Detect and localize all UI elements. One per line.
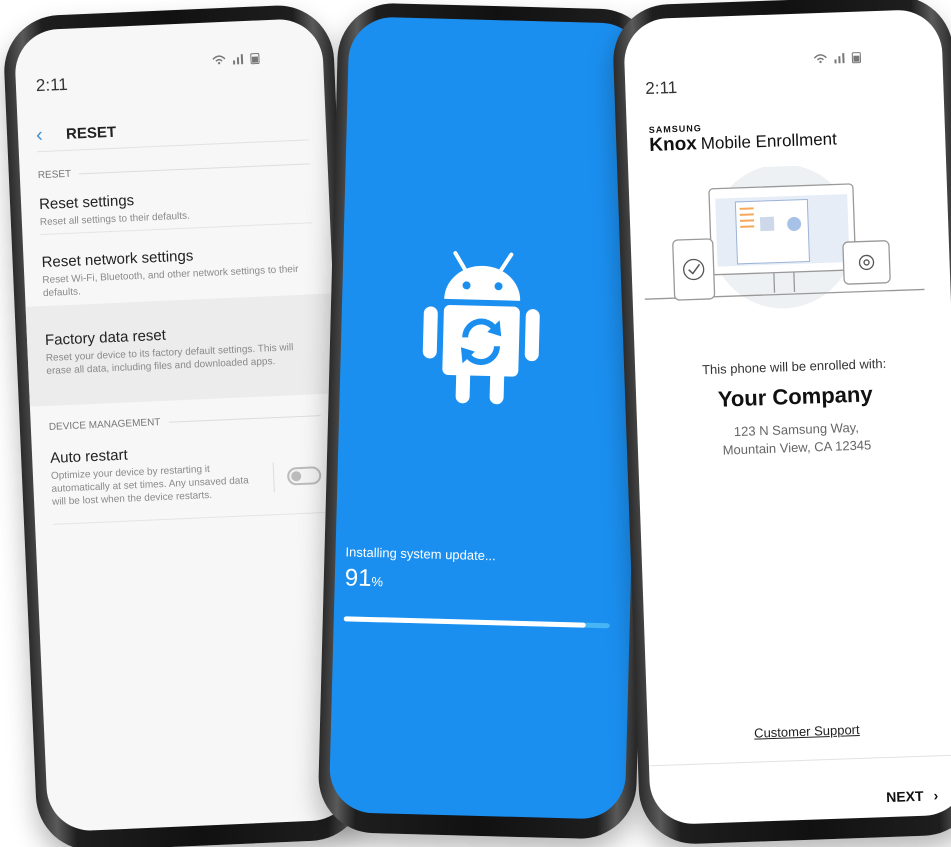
section-header-device-management: DEVICE MANAGEMENT (49, 410, 321, 433)
company-name: Your Company (717, 381, 873, 412)
divider (53, 511, 325, 525)
wifi-signal-battery-icon (212, 52, 260, 65)
item-description: Optimize your device by restarting it au… (50, 463, 249, 508)
next-button[interactable]: NEXT › (886, 787, 939, 805)
reset-screen: 2:11 ‹ RESET RESET Reset settings Reset … (13, 17, 357, 833)
app-title: Mobile Enrollment (700, 129, 838, 154)
phone-reset-settings: 2:11 ‹ RESET RESET Reset settings Reset … (1, 3, 369, 847)
phone-system-update: Installing system update... 91% (317, 1, 657, 841)
enroll-message: This phone will be enrolled with: (701, 355, 887, 378)
device-enrollment-illustration (644, 164, 925, 309)
knox-wordmark: Knox (648, 133, 698, 156)
status-time: 2:11 (35, 74, 69, 96)
status-time: 2:11 (645, 77, 678, 99)
android-update-icon (422, 251, 540, 405)
factory-data-reset-item[interactable]: Factory data reset Reset your device to … (25, 293, 338, 407)
page-title: RESET (65, 123, 117, 143)
section-header-reset: RESET (38, 158, 310, 181)
back-arrow-icon[interactable]: ‹ (36, 123, 67, 147)
phone-knox-enrollment: 2:11 SAMSUNG Knox Mobile Enrollment This… (611, 0, 951, 846)
progress-bar (343, 616, 610, 629)
install-status-text: Installing system update... (345, 544, 496, 564)
app-header: ‹ RESET (35, 108, 309, 153)
auto-restart-toggle[interactable] (286, 466, 322, 486)
next-label: NEXT (885, 787, 924, 806)
progress-bar-fill (343, 616, 586, 628)
status-icons (211, 50, 266, 69)
customer-support-link[interactable]: Customer Support (648, 718, 951, 744)
install-percent: 91% (344, 564, 384, 593)
chevron-right-icon: › (933, 787, 939, 804)
update-screen: Installing system update... 91% (328, 16, 646, 820)
status-icons (812, 49, 867, 68)
knox-screen: 2:11 SAMSUNG Knox Mobile Enrollment This… (622, 8, 951, 826)
divider (648, 754, 951, 767)
reset-network-settings-item[interactable]: Reset network settings Reset Wi-Fi, Blue… (23, 241, 333, 300)
wifi-signal-battery-icon (813, 52, 862, 64)
